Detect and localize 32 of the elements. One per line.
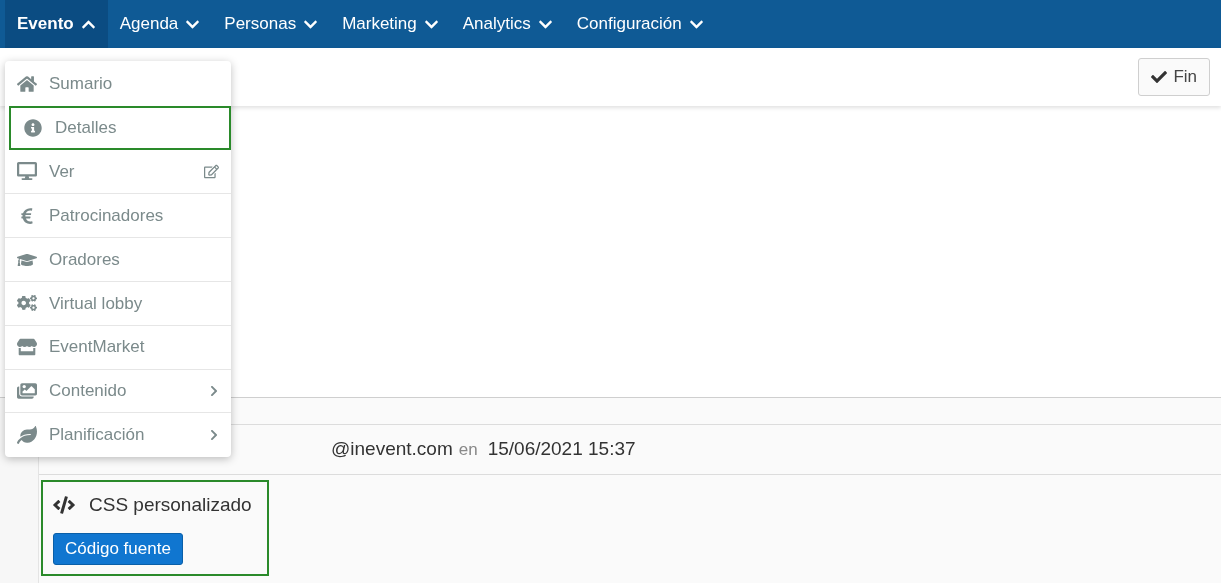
code-icon: [53, 496, 75, 515]
gears-icon: [17, 294, 37, 313]
menu-item[interactable]: Contenido: [5, 368, 231, 413]
menu-item[interactable]: Virtual lobby: [5, 281, 231, 325]
info-icon: [23, 118, 43, 137]
log-timestamp: 15/06/2021 15:37: [487, 437, 636, 462]
chevron-right-icon: [209, 428, 219, 441]
menu-item[interactable]: Oradores: [5, 237, 231, 281]
done-button[interactable]: Fin: [1138, 58, 1210, 96]
menu-item[interactable]: Patrocinadores: [5, 193, 231, 238]
nav-tab[interactable]: Agenda: [107, 0, 213, 48]
section-title: CSS personalizado: [89, 493, 252, 517]
nav-tab[interactable]: Marketing: [330, 0, 451, 48]
store-icon: [17, 338, 37, 357]
menu-item[interactable]: Sumario: [5, 62, 231, 106]
source-code-button[interactable]: Código fuente: [53, 533, 183, 565]
log-connector: en: [458, 438, 478, 461]
nav-tab[interactable]: Personas: [212, 0, 331, 48]
menu-item[interactable]: Planificación: [5, 412, 231, 457]
nav-tab[interactable]: Configuración: [564, 0, 716, 48]
menu-item[interactable]: Ver: [5, 149, 231, 194]
home-icon: [17, 74, 37, 93]
monitor-icon: [17, 162, 37, 181]
chevron-right-icon: [209, 384, 219, 397]
nav-tab[interactable]: Analytics: [450, 0, 565, 48]
images-icon: [17, 381, 37, 400]
nav-tab[interactable]: Evento: [5, 0, 108, 48]
log-email: @inevent.com: [331, 437, 453, 462]
menu-item[interactable]: EventMarket: [5, 324, 231, 369]
check-icon: [1151, 69, 1168, 85]
leaf-icon: [17, 425, 37, 444]
menu-item[interactable]: Detalles: [9, 105, 231, 150]
